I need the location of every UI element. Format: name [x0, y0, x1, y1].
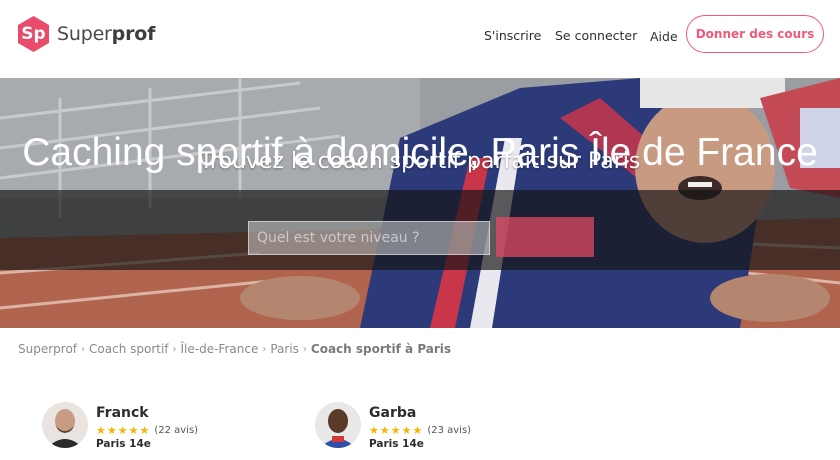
star-rating-icon: ★★★★★ [96, 425, 151, 437]
chevron-right-icon: › [302, 343, 307, 355]
site-header: Sp Superprof S'inscrire Se connecter Aid… [0, 0, 840, 78]
help-link[interactable]: Aide [650, 29, 678, 44]
give-lessons-button[interactable]: Donner des cours [686, 15, 824, 53]
avatar [315, 402, 361, 448]
logo-badge-text: Sp [21, 24, 46, 44]
chevron-right-icon: › [262, 343, 267, 355]
page: Sp Superprof S'inscrire Se connecter Aid… [0, 0, 840, 460]
chevron-right-icon: › [172, 343, 177, 355]
superprof-logo[interactable]: Sp Superprof [16, 15, 155, 53]
coach-name[interactable]: Franck [96, 405, 198, 421]
login-link[interactable]: Se connecter [555, 28, 637, 43]
review-count: (22 avis) [154, 425, 199, 436]
chevron-right-icon: › [81, 343, 86, 355]
logo-wordmark-suffix: prof [111, 23, 156, 45]
breadcrumb-item-ile-de-france[interactable]: Île-de-France [181, 342, 259, 356]
breadcrumb-item-paris[interactable]: Paris [270, 342, 299, 356]
breadcrumb: Superprof › Coach sportif › Île-de-Franc… [18, 342, 451, 356]
breadcrumb-item-current: Coach sportif à Paris [310, 342, 452, 356]
logo-badge-icon: Sp [16, 15, 51, 53]
coach-location: Paris 14e [369, 438, 424, 450]
star-rating-icon: ★★★★★ [369, 425, 424, 437]
coach-card[interactable]: Garba ★★★★★ (23 avis) Paris 14e [315, 402, 471, 454]
coach-name[interactable]: Garba [369, 405, 471, 421]
logo-wordmark: Superprof [57, 23, 155, 45]
breadcrumb-item-coach-sportif[interactable]: Coach sportif [89, 342, 169, 356]
hero-section: Trouvez le coach sportif parfait sur Par… [0, 78, 840, 328]
breadcrumb-item-superprof[interactable]: Superprof [18, 342, 77, 356]
overlay-page-title: Caching sportif à domicile, Paris Île de… [22, 131, 818, 174]
logo-wordmark-prefix: Super [57, 23, 112, 45]
avatar [42, 402, 88, 448]
review-count: (23 avis) [427, 425, 472, 436]
search-button[interactable] [496, 217, 594, 257]
coach-card[interactable]: Franck ★★★★★ (22 avis) Paris 14e [42, 402, 198, 454]
search-input[interactable]: Quel est votre niveau ? [248, 221, 490, 255]
coach-location: Paris 14e [96, 438, 151, 450]
search-placeholder: Quel est votre niveau ? [257, 230, 420, 246]
signup-link[interactable]: S'inscrire [484, 28, 541, 43]
